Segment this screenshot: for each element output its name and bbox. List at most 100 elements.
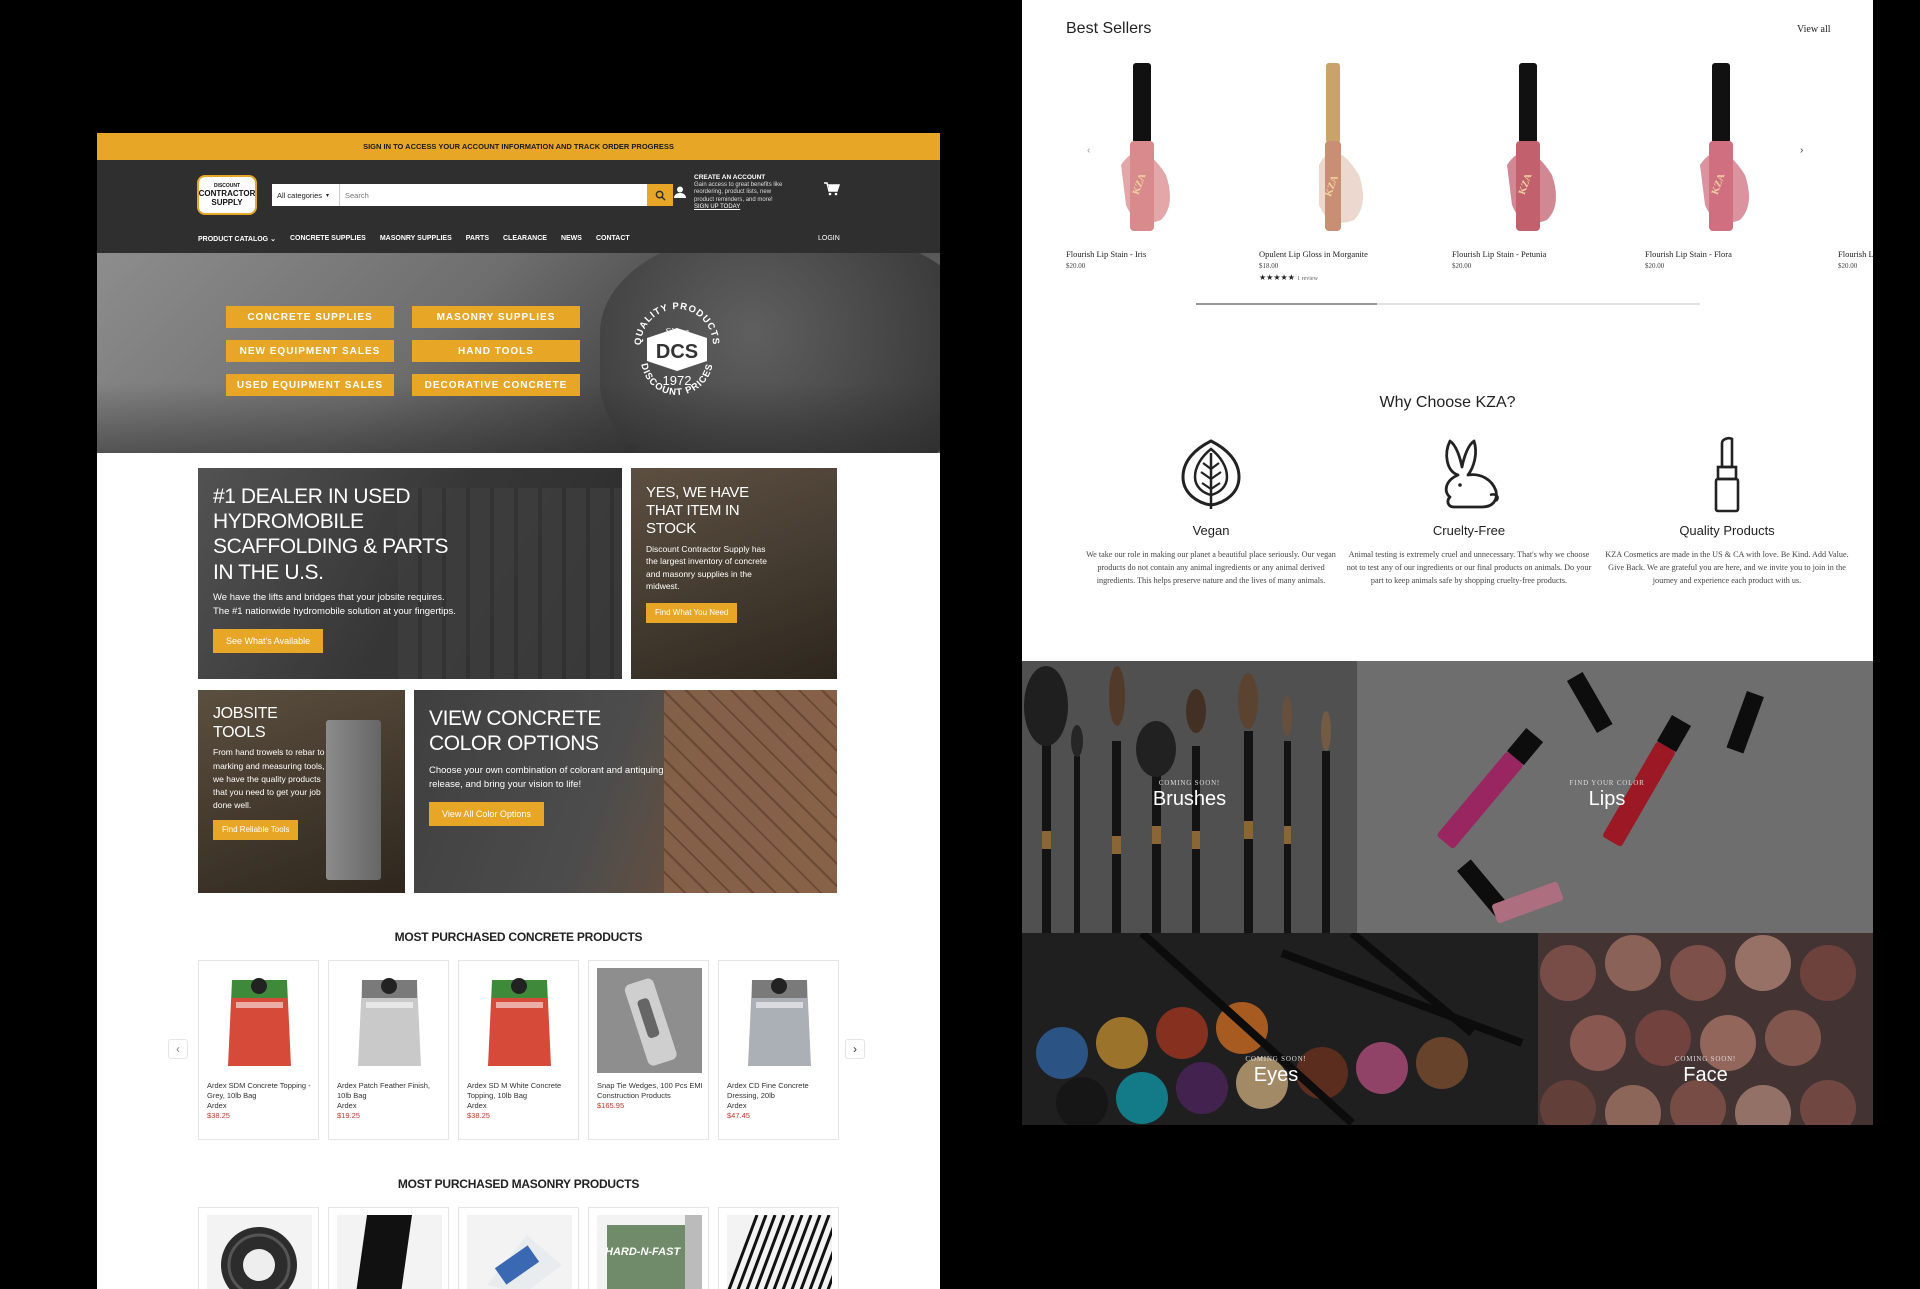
concrete-product-card[interactable]: Ardex SD M White Concrete Topping, 10lb …: [458, 960, 579, 1140]
review-count[interactable]: 1 review: [1297, 276, 1318, 282]
nav-concrete-supplies[interactable]: CONCRETE SUPPLIES: [290, 235, 366, 243]
concrete-product-card[interactable]: Ardex SDM Concrete Topping - Grey, 10lb …: [198, 960, 319, 1140]
tile-eyes-subtitle: COMING SOON!: [1245, 1055, 1307, 1063]
stage: SIGN IN TO ACCESS YOUR ACCOUNT INFORMATI…: [0, 0, 1920, 1289]
face-photo: [1538, 933, 1873, 1125]
feature-cruelty-free-title: Cruelty-Free: [1432, 523, 1506, 538]
carousel-next-arrow[interactable]: ›: [1800, 145, 1803, 156]
rating-stars: ★★★★★: [1259, 273, 1295, 282]
product-image: KZA: [1838, 55, 1873, 240]
tile-brushes[interactable]: COMING SOON! Brushes: [1022, 661, 1357, 933]
product-info: Ardex CD Fine Concrete Dressing, 20lb Ard…: [727, 1081, 835, 1121]
product-price: $19.25: [337, 1111, 360, 1120]
promo-scaffolding[interactable]: #1 DEALER IN USED HYDROMOBILE SCAFFOLDIN…: [198, 468, 622, 679]
best-seller-product[interactable]: KZA Flourish L $20.00: [1838, 55, 1873, 270]
nav-contact[interactable]: CONTACT: [596, 235, 630, 243]
concrete-prev-arrow[interactable]: ‹: [168, 1039, 188, 1059]
login-link[interactable]: LOGIN: [818, 235, 840, 242]
promo-in-stock[interactable]: YES, WE HAVE THAT ITEM IN STOCK Discount…: [631, 468, 837, 679]
product-price: $38.25: [467, 1111, 490, 1120]
signin-banner[interactable]: SIGN IN TO ACCESS YOUR ACCOUNT INFORMATI…: [97, 133, 940, 160]
user-icon[interactable]: [673, 185, 687, 199]
promo-stock-title: YES, WE HAVE THAT ITEM IN STOCK: [646, 484, 749, 537]
kza-page: Best Sellers View all ‹ › KZA Flourish Li…: [1022, 0, 1873, 1125]
product-name[interactable]: Flourish L: [1838, 249, 1873, 259]
search-input[interactable]: [340, 184, 647, 206]
concrete-product-card[interactable]: Ardex Patch Feather Finish, 10lb Bag Arde…: [328, 960, 449, 1140]
best-seller-product[interactable]: KZA Flourish Lip Stain - Iris $20.00: [1066, 55, 1211, 270]
promo-jobsite-tools[interactable]: JOBSITE TOOLS From hand trowels to rebar…: [198, 690, 405, 893]
hero-decorative-concrete-button[interactable]: DECORATIVE CONCRETE: [412, 374, 580, 396]
product-price: $165.95: [597, 1101, 625, 1110]
tile-lips[interactable]: FIND YOUR COLOR Lips: [1357, 661, 1873, 933]
cart-icon[interactable]: [824, 182, 840, 196]
feature-cruelty-free-text: Animal testing is extremely cruel and un…: [1346, 550, 1592, 585]
product-name[interactable]: Flourish Lip Stain - Petunia: [1452, 249, 1597, 259]
nav-news[interactable]: NEWS: [561, 235, 582, 243]
promo-scaffolding-text: We have the lifts and bridges that your …: [213, 591, 456, 617]
product-name[interactable]: Flourish Lip Stain - Flora: [1645, 249, 1790, 259]
see-whats-available-button[interactable]: See What's Available: [213, 629, 324, 654]
product-brand: Ardex: [207, 1101, 227, 1110]
search-button[interactable]: [647, 184, 673, 206]
hero-new-equipment-button[interactable]: NEW EQUIPMENT SALES: [226, 340, 394, 362]
product-price: $20.00: [1838, 262, 1858, 270]
product-info: Ardex SDM Concrete Topping - Grey, 10lb …: [207, 1081, 315, 1121]
view-all-color-options-button[interactable]: View All Color Options: [429, 801, 544, 826]
promo-scaffolding-title: #1 DEALER IN USED HYDROMOBILE SCAFFOLDIN…: [213, 485, 449, 584]
product-label: HARD-N-FAST: [605, 1246, 681, 1258]
best-seller-product[interactable]: KZA Flourish Lip Stain - Petunia $20.00: [1452, 55, 1597, 270]
product-price: $20.00: [1066, 262, 1086, 270]
product-name[interactable]: Ardex SDM Concrete Topping - Grey, 10lb …: [207, 1081, 315, 1101]
view-all-link[interactable]: View all: [1797, 24, 1831, 35]
category-select[interactable]: All categories ▾: [272, 184, 340, 206]
tile-face[interactable]: COMING SOON! Face: [1538, 933, 1873, 1125]
best-seller-product[interactable]: KZA Opulent Lip Gloss in Morganite $18.00 ★…: [1259, 55, 1404, 282]
product-info: Ardex SD M White Concrete Topping, 10lb …: [467, 1081, 575, 1121]
masonry-product-card[interactable]: [198, 1207, 319, 1289]
hero-used-equipment-button[interactable]: USED EQUIPMENT SALES: [226, 374, 394, 396]
dcs-header: DISCOUNT CONTRACTOR SUPPLY All categorie…: [97, 160, 940, 253]
hero-hand-tools-button[interactable]: HAND TOOLS: [412, 340, 580, 362]
carousel-scrollbar-thumb[interactable]: [1196, 303, 1377, 305]
chevron-down-icon: ⌄: [270, 236, 276, 243]
tile-eyes[interactable]: COMING SOON! Eyes: [1022, 933, 1538, 1125]
product-name[interactable]: Ardex SD M White Concrete Topping, 10lb …: [467, 1081, 575, 1101]
product-name[interactable]: Ardex CD Fine Concrete Dressing, 20lb: [727, 1081, 835, 1101]
best-seller-product[interactable]: KZA Flourish Lip Stain - Flora $20.00: [1645, 55, 1790, 270]
product-image: KZA: [1319, 63, 1363, 231]
dcs-logo[interactable]: DISCOUNT CONTRACTOR SUPPLY: [197, 175, 257, 215]
product-name[interactable]: Flourish Lip Stain - Iris: [1066, 249, 1211, 259]
concrete-product-card[interactable]: Snap Tie Wedges, 100 Pcs EMI Constructio…: [588, 960, 709, 1140]
masonry-product-card[interactable]: HARD-N-FAST: [588, 1207, 709, 1289]
feature-quality-text: KZA Cosmetics are made in the US & CA wi…: [1605, 550, 1849, 585]
masonry-product-card[interactable]: [458, 1207, 579, 1289]
product-name[interactable]: Snap Tie Wedges, 100 Pcs EMI Constructio…: [597, 1081, 705, 1101]
feature-vegan: Vegan We take our role in making our pla…: [1082, 435, 1340, 587]
nav-product-catalog[interactable]: PRODUCT CATALOG ⌄: [198, 235, 276, 243]
create-account-promo: CREATE AN ACCOUNT Gain access to great b…: [694, 174, 789, 211]
tile-lips-title: Lips: [1588, 788, 1626, 810]
masonry-product-card[interactable]: [328, 1207, 449, 1289]
masonry-product-card[interactable]: [718, 1207, 839, 1289]
concrete-product-card[interactable]: Ardex CD Fine Concrete Dressing, 20lb Ard…: [718, 960, 839, 1140]
sign-up-link[interactable]: SIGN UP TODAY: [694, 204, 740, 210]
product-brand: Ardex: [467, 1101, 487, 1110]
promo-color-text: Choose your own combination of colorant …: [429, 765, 664, 791]
product-name[interactable]: Ardex Patch Feather Finish, 10lb Bag: [337, 1081, 445, 1101]
product-name[interactable]: Opulent Lip Gloss in Morganite: [1259, 249, 1404, 259]
product-image: [727, 968, 832, 1073]
carousel-scrollbar[interactable]: [1196, 303, 1700, 305]
category-select-label: All categories: [277, 190, 323, 200]
nav-parts[interactable]: PARTS: [466, 235, 489, 243]
find-reliable-tools-button[interactable]: Find Reliable Tools: [213, 820, 299, 841]
promo-concrete-colors[interactable]: VIEW CONCRETE COLOR OPTIONS Choose your …: [414, 690, 837, 893]
hero-masonry-supplies-button[interactable]: MASONRY SUPPLIES: [412, 306, 580, 328]
hero-concrete-supplies-button[interactable]: CONCRETE SUPPLIES: [226, 306, 394, 328]
concrete-next-arrow[interactable]: ›: [845, 1039, 865, 1059]
product-info: Ardex Patch Feather Finish, 10lb Bag Arde…: [337, 1081, 445, 1121]
product-price: $20.00: [1645, 262, 1665, 270]
find-what-you-need-button[interactable]: Find What You Need: [646, 603, 738, 624]
nav-clearance[interactable]: CLEARANCE: [503, 235, 547, 243]
nav-masonry-supplies[interactable]: MASONRY SUPPLIES: [380, 235, 452, 243]
